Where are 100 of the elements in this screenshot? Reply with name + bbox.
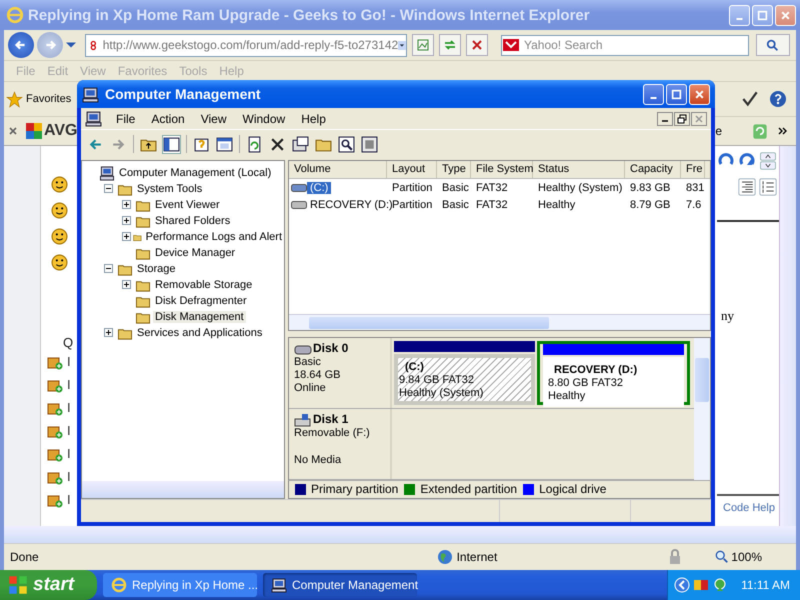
sidebar-link[interactable]: I xyxy=(67,354,71,369)
clock: 11:11 AM xyxy=(741,578,790,592)
drive-label[interactable]: (C:) xyxy=(307,182,332,194)
back-button[interactable] xyxy=(8,32,34,58)
horizontal-scrollbar[interactable] xyxy=(289,314,710,330)
window-title: Computer Management xyxy=(105,86,261,102)
tree-item[interactable]: Device Manager xyxy=(153,247,238,259)
minimize-button[interactable] xyxy=(657,112,673,126)
sidebar-link[interactable]: I xyxy=(67,377,71,392)
smiley-icon[interactable] xyxy=(51,254,68,271)
close-icon[interactable] xyxy=(8,126,18,136)
toolbar-label[interactable]: e xyxy=(715,124,722,138)
expand-toggle[interactable] xyxy=(104,184,113,192)
panel-icon[interactable] xyxy=(216,136,233,152)
zoom-icon[interactable] xyxy=(715,550,730,564)
tree-item[interactable]: Removable Storage xyxy=(153,279,254,291)
zoom-level[interactable]: 100% xyxy=(731,550,762,564)
column-header[interactable]: File System xyxy=(471,161,533,178)
column-header[interactable]: Type xyxy=(437,161,471,178)
expand-toggle[interactable] xyxy=(104,264,113,272)
close-icon xyxy=(694,88,705,100)
smiley-icon[interactable] xyxy=(51,228,68,245)
column-header[interactable]: Layout xyxy=(387,161,437,178)
tree-item[interactable]: System Tools xyxy=(135,183,204,195)
shield-icon[interactable] xyxy=(712,577,728,593)
expand-toggle[interactable] xyxy=(122,280,131,288)
help-icon[interactable] xyxy=(193,136,210,152)
restore-button[interactable] xyxy=(674,112,690,126)
search-field[interactable]: Yahoo! Search xyxy=(501,34,749,56)
maximize-icon xyxy=(757,10,768,20)
vertical-scrollbar[interactable] xyxy=(779,146,796,526)
drive-icon xyxy=(291,182,307,192)
partition-block[interactable]: RECOVERY (D:) 8.80 GB FAT32 Healthy xyxy=(537,340,690,405)
maximize-button[interactable] xyxy=(666,84,687,104)
refresh-icon[interactable] xyxy=(246,136,263,152)
computer-icon[interactable] xyxy=(85,110,102,127)
sidebar-link[interactable]: I xyxy=(67,492,71,507)
favorites-button[interactable]: Favorites xyxy=(6,90,72,108)
tree-item[interactable]: Shared Folders xyxy=(153,215,232,227)
sidebar-link[interactable]: I xyxy=(67,400,71,415)
search-button[interactable] xyxy=(756,34,790,56)
tree-item[interactable]: Disk Defragmenter xyxy=(153,295,249,307)
search-icon[interactable] xyxy=(338,136,355,152)
disk-info[interactable]: Disk 0 Basic 18.64 GB Online xyxy=(289,338,392,408)
disk-detail: Basic xyxy=(294,356,322,369)
code-help-link[interactable]: Code Help xyxy=(717,496,779,526)
menu-item[interactable]: Window xyxy=(234,112,294,126)
refresh-button[interactable] xyxy=(439,34,461,56)
expand-toggle[interactable] xyxy=(122,216,131,224)
expand-toggle[interactable] xyxy=(122,232,131,240)
editor-text: ny xyxy=(721,308,734,324)
help-icon[interactable] xyxy=(768,90,788,108)
disk-detail: 18.64 GB xyxy=(294,368,342,382)
taskbar-button[interactable]: Replying in Xp Home ... xyxy=(103,573,257,597)
tree-item[interactable]: Disk Management xyxy=(153,311,246,323)
compatibility-button[interactable] xyxy=(412,34,434,56)
smiley-icon[interactable] xyxy=(51,176,68,193)
expand-collapse-icon[interactable] xyxy=(759,152,777,170)
restore-icon xyxy=(677,114,687,124)
menu-item[interactable]: View xyxy=(192,112,234,126)
tree-item[interactable]: Computer Management (Local) xyxy=(117,167,274,179)
menu-item[interactable]: File xyxy=(108,112,144,126)
horizontal-scrollbar[interactable] xyxy=(82,481,284,498)
properties-icon[interactable] xyxy=(292,136,309,152)
tree-item[interactable]: Services and Applications xyxy=(135,327,264,339)
stop-button[interactable] xyxy=(466,34,488,56)
column-header[interactable]: Volume xyxy=(289,161,387,178)
taskbar-button[interactable]: Computer Management xyxy=(263,573,417,597)
vertical-scrollbar[interactable] xyxy=(694,338,710,480)
numbered-list-icon[interactable] xyxy=(759,178,777,196)
column-header[interactable]: Fre xyxy=(681,161,705,178)
sidebar-link[interactable]: I xyxy=(67,446,71,461)
table-cell: FAT32 xyxy=(476,198,508,210)
delete-icon[interactable] xyxy=(269,136,286,152)
start-button[interactable]: start xyxy=(0,570,97,600)
spellcheck-icon[interactable] xyxy=(740,90,760,108)
column-header[interactable]: Capacity xyxy=(625,161,681,178)
tree-item[interactable]: Performance Logs and Alert xyxy=(144,231,284,243)
dropdown-arrow-icon[interactable] xyxy=(66,40,76,50)
network-icon[interactable] xyxy=(693,577,710,593)
address-field[interactable]: http://www.geekstogo.com/forum/add-reply-f5-to273142 xyxy=(85,34,407,56)
table-cell: Partition xyxy=(392,182,432,194)
menu-item[interactable]: Action xyxy=(143,112,193,126)
horizontal-scrollbar[interactable] xyxy=(4,526,796,543)
column-header[interactable]: Status xyxy=(533,161,625,178)
sidebar-link[interactable]: I xyxy=(67,469,71,484)
smiley-icon[interactable] xyxy=(51,202,68,219)
align-right-icon[interactable] xyxy=(738,178,756,196)
expand-toggle[interactable] xyxy=(122,200,131,208)
chevron-icon[interactable] xyxy=(778,126,788,136)
disk-info[interactable]: Disk 1 Removable (F:) No Media xyxy=(289,408,392,479)
sidebar-link[interactable]: I xyxy=(67,423,71,438)
tree-item[interactable]: Event Viewer xyxy=(153,199,222,211)
expand-toggle[interactable] xyxy=(104,328,113,336)
tray-expand-icon[interactable] xyxy=(674,577,690,593)
show-tree-icon[interactable] xyxy=(163,136,180,152)
partition-detail: 8.80 GB FAT32 xyxy=(548,376,624,390)
disk-settings-icon[interactable] xyxy=(361,136,378,152)
tree-item[interactable]: Storage xyxy=(135,263,178,275)
menu-item[interactable]: Help xyxy=(293,112,334,126)
